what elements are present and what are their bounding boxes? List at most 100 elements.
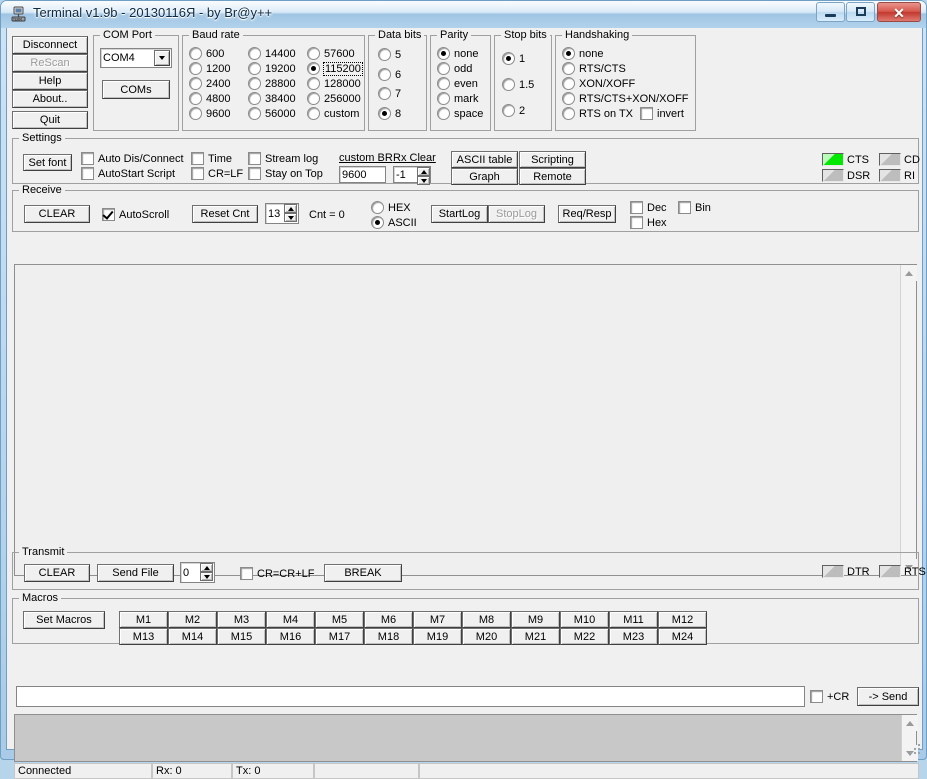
coms-button[interactable]: COMs [102, 80, 170, 99]
maximize-button[interactable] [846, 2, 875, 22]
parity-even[interactable]: even [437, 77, 478, 90]
send-file-button[interactable]: Send File [97, 564, 174, 582]
line-length-stepper-down[interactable] [284, 213, 297, 222]
macro-button-m12[interactable]: M12 [658, 611, 707, 628]
macro-button-m1[interactable]: M1 [119, 611, 168, 628]
handshake-rts-cts[interactable]: RTS/CTS [562, 62, 626, 75]
send-button[interactable]: -> Send [857, 687, 919, 706]
disconnect-button[interactable]: Disconnect [12, 36, 88, 54]
about-button[interactable]: About.. [12, 90, 88, 108]
macro-button-m9[interactable]: M9 [511, 611, 560, 628]
quit-button[interactable]: Quit [12, 111, 88, 129]
baud-600[interactable]: 600 [189, 47, 224, 60]
transmit-scroll-up-icon[interactable] [902, 715, 918, 731]
parity-mark[interactable]: mark [437, 92, 478, 105]
cr-lf-checkbox[interactable]: CR=LF [191, 167, 243, 180]
transmit-delay-stepper[interactable] [200, 563, 213, 581]
macro-button-m3[interactable]: M3 [217, 611, 266, 628]
receive-ascii-radio[interactable]: ASCII [371, 216, 417, 229]
stop-bits-1-5[interactable]: 1.5 [502, 78, 534, 91]
data-bits-6[interactable]: 6 [378, 68, 401, 81]
stay-on-top-checkbox[interactable]: Stay on Top [248, 167, 323, 180]
resize-grip[interactable] [910, 744, 922, 756]
baud-128000[interactable]: 128000 [307, 77, 361, 90]
help-button[interactable]: Help [12, 72, 88, 90]
line-length-stepper[interactable] [284, 204, 297, 222]
parity-odd[interactable]: odd [437, 62, 472, 75]
macro-button-m2[interactable]: M2 [168, 611, 217, 628]
baud-28800[interactable]: 28800 [248, 77, 296, 90]
macro-button-m22[interactable]: M22 [560, 628, 609, 645]
macro-button-m21[interactable]: M21 [511, 628, 560, 645]
hex-checkbox[interactable]: Hex [630, 216, 667, 229]
transmit-delay-stepper-up[interactable] [200, 563, 213, 572]
baud-custom[interactable]: custom [307, 107, 359, 120]
baud-57600[interactable]: 57600 [307, 47, 355, 60]
send-input[interactable] [16, 686, 805, 707]
macro-button-m18[interactable]: M18 [364, 628, 413, 645]
macro-button-m19[interactable]: M19 [413, 628, 462, 645]
data-bits-7[interactable]: 7 [378, 87, 401, 100]
stop-bits-2[interactable]: 2 [502, 104, 525, 117]
receive-scrollbar[interactable] [900, 265, 916, 575]
chevron-down-icon[interactable] [154, 50, 170, 66]
rescan-button[interactable]: ReScan [12, 54, 88, 72]
macro-button-m7[interactable]: M7 [413, 611, 462, 628]
macro-button-m17[interactable]: M17 [315, 628, 364, 645]
parity-none[interactable]: none [437, 47, 478, 60]
transmit-clear-button[interactable]: CLEAR [24, 564, 90, 582]
set-macros-button[interactable]: Set Macros [23, 611, 105, 629]
stream-log-checkbox[interactable]: Stream log [248, 152, 318, 165]
macro-button-m16[interactable]: M16 [266, 628, 315, 645]
ascii-table-button[interactable]: ASCII table [451, 151, 518, 168]
handshake-none[interactable]: none [562, 47, 603, 60]
transmit-output-area[interactable] [14, 714, 917, 762]
macro-button-m20[interactable]: M20 [462, 628, 511, 645]
custom-br-input[interactable]: 9600 [339, 166, 386, 183]
cr-cr-lf-checkbox[interactable]: CR=CR+LF [240, 567, 314, 580]
macro-button-m6[interactable]: M6 [364, 611, 413, 628]
start-log-button[interactable]: StartLog [431, 205, 488, 223]
baud-4800[interactable]: 4800 [189, 92, 230, 105]
baud-9600[interactable]: 9600 [189, 107, 230, 120]
baud-256000[interactable]: 256000 [307, 92, 361, 105]
macro-button-m5[interactable]: M5 [315, 611, 364, 628]
close-button[interactable]: ✕ [877, 2, 921, 22]
scroll-up-icon[interactable] [901, 265, 917, 281]
autoscroll-checkbox[interactable]: AutoScroll [102, 208, 169, 221]
minimize-button[interactable] [816, 2, 845, 22]
scripting-button[interactable]: Scripting [519, 151, 586, 168]
dec-checkbox[interactable]: Dec [630, 201, 667, 214]
parity-space[interactable]: space [437, 107, 483, 120]
rx-clear-stepper-up[interactable] [417, 167, 430, 176]
plus-cr-checkbox[interactable]: +CR [810, 690, 849, 703]
receive-clear-button[interactable]: CLEAR [24, 205, 90, 223]
stop-log-button[interactable]: StopLog [488, 205, 545, 223]
baud-56000[interactable]: 56000 [248, 107, 296, 120]
data-bits-5[interactable]: 5 [378, 48, 401, 61]
req-resp-button[interactable]: Req/Resp [558, 205, 616, 223]
macro-button-m23[interactable]: M23 [609, 628, 658, 645]
macro-button-m14[interactable]: M14 [168, 628, 217, 645]
stop-bits-1[interactable]: 1 [502, 52, 525, 65]
receive-output-area[interactable] [14, 264, 917, 576]
autostart-script-checkbox[interactable]: AutoStart Script [81, 167, 175, 180]
baud-1200[interactable]: 1200 [189, 62, 230, 75]
handshake-both[interactable]: RTS/CTS+XON/XOFF [562, 92, 689, 105]
baud-38400[interactable]: 38400 [248, 92, 296, 105]
baud-2400[interactable]: 2400 [189, 77, 230, 90]
macro-button-m24[interactable]: M24 [658, 628, 707, 645]
rx-clear-stepper-down[interactable] [417, 176, 430, 185]
handshake-xon-xoff[interactable]: XON/XOFF [562, 77, 635, 90]
handshake-invert-checkbox[interactable]: invert [640, 107, 684, 120]
baud-14400[interactable]: 14400 [248, 47, 296, 60]
line-length-stepper-up[interactable] [284, 204, 297, 213]
rx-clear-stepper[interactable] [417, 167, 430, 185]
bin-checkbox[interactable]: Bin [678, 201, 711, 214]
auto-dis-connect-checkbox[interactable]: Auto Dis/Connect [81, 152, 184, 165]
break-button[interactable]: BREAK [324, 564, 402, 582]
macro-button-m13[interactable]: M13 [119, 628, 168, 645]
receive-hex-radio[interactable]: HEX [371, 201, 411, 214]
remote-button[interactable]: Remote [519, 168, 586, 185]
data-bits-8[interactable]: 8 [378, 107, 401, 120]
